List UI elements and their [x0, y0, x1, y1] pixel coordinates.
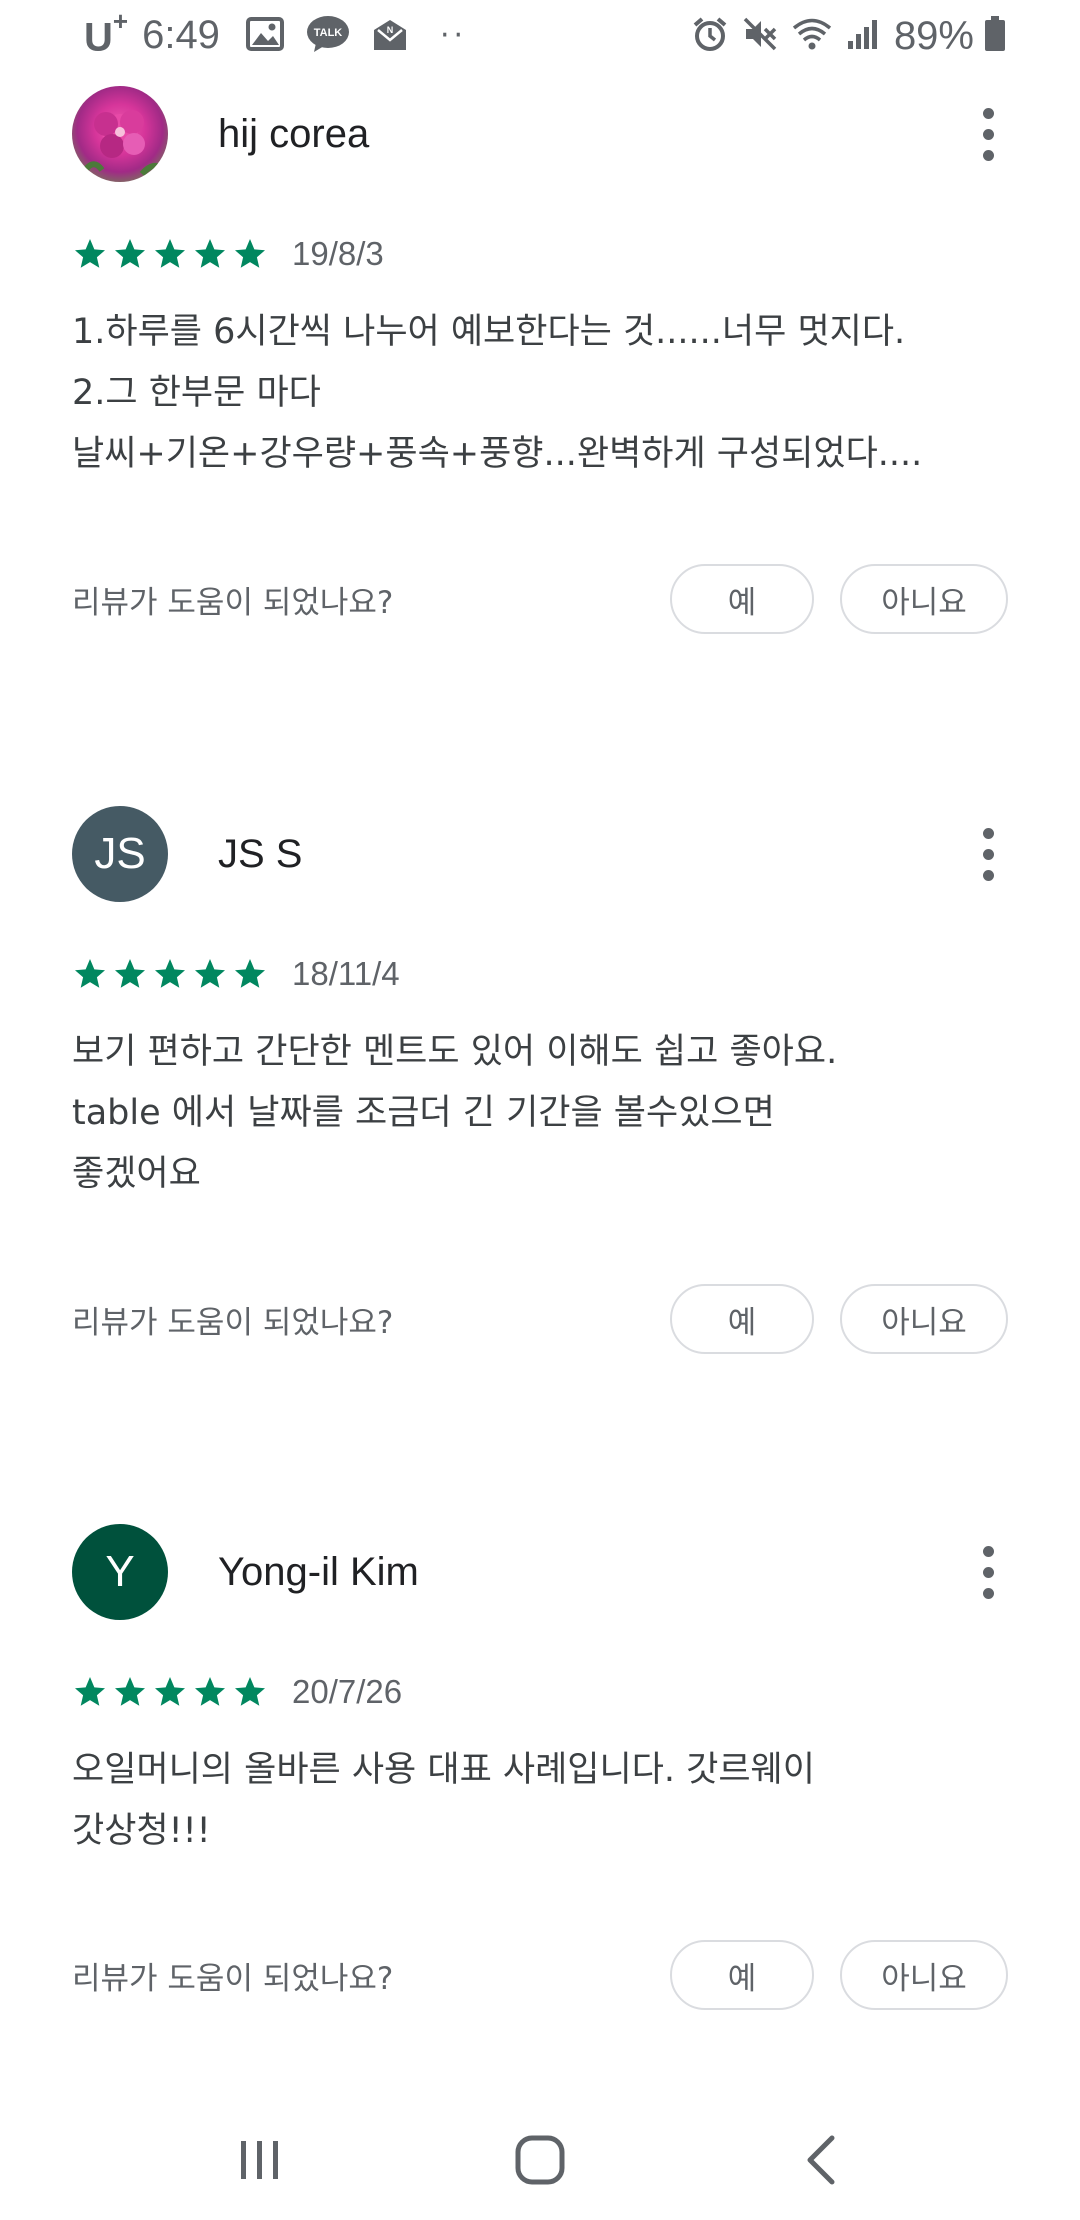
recents-button[interactable]: [200, 2110, 320, 2210]
star-icon: [235, 239, 265, 268]
back-button[interactable]: [760, 2110, 880, 2210]
star-icon: [195, 959, 225, 988]
star-icon: [75, 959, 105, 988]
recents-icon: [241, 2141, 278, 2179]
more-options-icon[interactable]: [968, 1524, 1008, 1620]
helpful-row: 리뷰가 도움이 되었나요? 예 아니요: [72, 1938, 1008, 2012]
status-time: 6:49: [142, 13, 220, 58]
star-icon: [115, 239, 145, 268]
alarm-icon: [692, 16, 728, 56]
signal-icon: [846, 17, 880, 55]
star-icon: [155, 239, 185, 268]
home-button[interactable]: [480, 2110, 600, 2210]
helpful-question: 리뷰가 도움이 되었나요?: [72, 1304, 394, 1341]
avatar: [72, 86, 168, 182]
avatar: JS: [72, 806, 168, 902]
reviewer-name: Yong-il Kim: [218, 1549, 419, 1594]
star-rating: [72, 956, 268, 992]
svg-text:TALK: TALK: [314, 27, 343, 39]
status-bar: U+ 6:49 TALK N ·· 89%: [0, 0, 1080, 72]
star-icon: [235, 959, 265, 988]
helpful-row: 리뷰가 도움이 되었나요? 예 아니요: [72, 562, 1008, 636]
helpful-yes-button[interactable]: 예: [670, 1284, 814, 1354]
image-icon: [245, 16, 284, 55]
review-date: 18/11/4: [292, 955, 400, 992]
reviewer-header: hij corea: [72, 86, 1008, 182]
carrier-label: U+: [84, 5, 129, 60]
star-icon: [235, 1677, 265, 1706]
wifi-icon: [792, 17, 832, 55]
star-rating: [72, 236, 268, 272]
helpful-yes-button[interactable]: 예: [670, 1940, 814, 2010]
svg-text:N: N: [387, 25, 394, 35]
rating-row: 18/11/4: [72, 954, 400, 994]
star-icon: [195, 239, 225, 268]
review-date: 20/7/26: [292, 1673, 403, 1710]
helpful-yes-button[interactable]: 예: [670, 564, 814, 634]
reviewer-name: hij corea: [218, 111, 370, 156]
battery-icon: [984, 16, 1006, 56]
star-icon: [75, 1677, 105, 1706]
review-text: 보기 편하고 간단한 멘트도 있어 이해도 쉽고 좋아요. table 에서 날…: [72, 1032, 838, 1194]
avatar: Y: [72, 1524, 168, 1620]
helpful-question: 리뷰가 도움이 되었나요?: [72, 1960, 394, 1997]
back-icon: [807, 2135, 835, 2185]
helpful-no-button[interactable]: 아니요: [840, 564, 1008, 634]
rating-row: 20/7/26: [72, 1672, 402, 1712]
helpful-no-button[interactable]: 아니요: [840, 1284, 1008, 1354]
status-bar-right: 89%: [692, 14, 1006, 59]
kakaotalk-icon: TALK: [306, 15, 350, 57]
home-icon: [515, 2135, 565, 2185]
reviewer-name: JS S: [218, 831, 303, 876]
star-icon: [155, 1677, 185, 1706]
rating-row: 19/8/3: [72, 234, 384, 274]
battery-percent: 89%: [893, 13, 974, 58]
reviewer-header: JS JS S: [72, 806, 1008, 902]
star-icon: [195, 1677, 225, 1706]
star-icon: [75, 239, 105, 268]
more-options-icon[interactable]: [968, 806, 1008, 902]
star-icon: [115, 1677, 145, 1706]
review-text: 1.하루를 6시간씩 나누어 예보한다는 것......너무 멋지다. 2.그 …: [72, 312, 923, 474]
reviewer-header: Y Yong-il Kim: [72, 1524, 1008, 1620]
status-bar-left: U+ 6:49 TALK N ··: [84, 5, 468, 60]
star-rating: [72, 1674, 268, 1710]
navigation-bar: [0, 2100, 1080, 2220]
overflow-notifications-icon: ··: [439, 18, 468, 54]
helpful-question: 리뷰가 도움이 되었나요?: [72, 584, 394, 621]
helpful-row: 리뷰가 도움이 되었나요? 예 아니요: [72, 1282, 1008, 1356]
helpful-no-button[interactable]: 아니요: [840, 1940, 1008, 2010]
star-icon: [115, 959, 145, 988]
more-options-icon[interactable]: [968, 86, 1008, 182]
message-icon: N: [372, 16, 408, 56]
review-text: 오일머니의 올바른 사용 대표 사례입니다. 갓르웨이 갓상청!!!: [72, 1750, 815, 1851]
star-icon: [155, 959, 185, 988]
mute-icon: [742, 16, 778, 56]
review-date: 19/8/3: [292, 235, 384, 272]
